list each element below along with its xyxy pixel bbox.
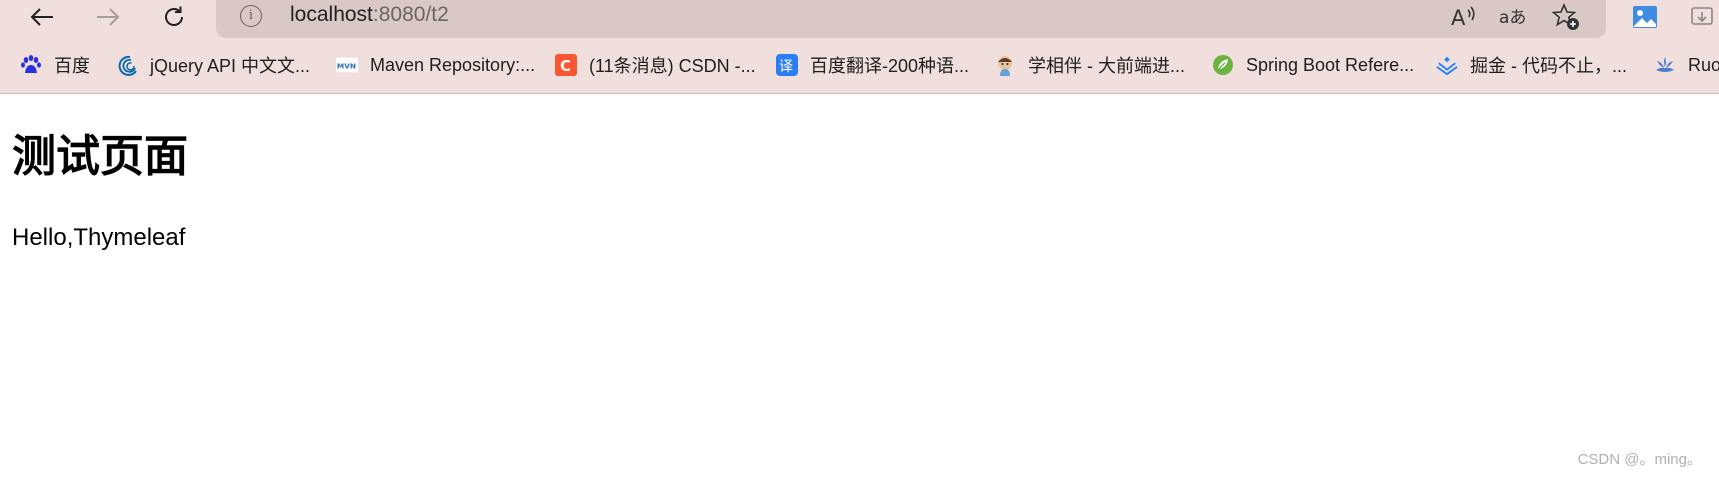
baidu-paw-icon bbox=[20, 54, 42, 76]
jquery-icon bbox=[116, 54, 138, 76]
page-title: 测试页面 bbox=[12, 131, 188, 182]
bookmark-label: jQuery API 中文文... bbox=[150, 56, 311, 76]
translate-icon: aあ bbox=[1499, 8, 1526, 28]
download-icon bbox=[1691, 7, 1713, 25]
bookmark-label: Spring Boot Refere... bbox=[1246, 54, 1415, 75]
url-text[interactable]: localhost:8080/t2 bbox=[290, 3, 449, 27]
bookmark-label: 学相伴 - 大前端进... bbox=[1028, 56, 1185, 76]
bookmark-baidu-translate[interactable]: 译 百度翻译-200种语... bbox=[776, 48, 969, 82]
url-host: localhost bbox=[290, 3, 373, 26]
bookmark-label: 掘金 - 代码不止，... bbox=[1470, 56, 1627, 76]
page-text: Hello,Thymeleaf bbox=[12, 224, 186, 251]
refresh-button[interactable] bbox=[154, 0, 194, 34]
forward-arrow-icon bbox=[97, 8, 120, 26]
svg-text:MVN: MVN bbox=[337, 62, 356, 71]
bookmark-juejin[interactable]: 掘金 - 代码不止，... bbox=[1436, 48, 1627, 82]
bookmarks-bar: 百度 jQuery API 中文文... MVN Maven Repositor… bbox=[0, 48, 1719, 82]
address-bar[interactable]: i localhost:8080/t2 A aあ bbox=[216, 0, 1606, 38]
forward-button[interactable] bbox=[88, 0, 128, 34]
image-icon bbox=[1633, 6, 1657, 28]
bookmark-label: Maven Repository:... bbox=[370, 54, 536, 75]
bookmark-baidu[interactable]: 百度 bbox=[20, 48, 90, 82]
refresh-icon bbox=[165, 6, 183, 26]
juejin-icon bbox=[1436, 54, 1458, 76]
page-content: 测试页面 Hello,Thymeleaf bbox=[0, 94, 1719, 477]
translate-page-button[interactable]: aあ bbox=[1498, 2, 1530, 32]
spring-icon bbox=[1212, 54, 1234, 76]
avatar-icon bbox=[994, 54, 1016, 76]
read-aloud-button[interactable]: A bbox=[1448, 2, 1480, 32]
svg-text:aあ: aあ bbox=[1499, 8, 1526, 28]
bookmark-label: Ruo bbox=[1688, 54, 1719, 75]
bookmark-label: 百度 bbox=[54, 56, 90, 76]
bookmark-maven[interactable]: MVN Maven Repository:... bbox=[336, 48, 535, 82]
favorites-button[interactable] bbox=[1550, 2, 1582, 32]
image-extension-button[interactable] bbox=[1625, 0, 1665, 34]
bookmark-jquery[interactable]: jQuery API 中文文... bbox=[116, 48, 310, 82]
svg-text:C: C bbox=[560, 57, 571, 75]
bookmark-ruoyi[interactable]: Ruo bbox=[1654, 48, 1719, 82]
back-arrow-icon bbox=[30, 8, 53, 26]
svg-text:A: A bbox=[1451, 6, 1466, 30]
bookmark-label: (11条消息) CSDN -... bbox=[589, 56, 756, 76]
bookmark-spring-boot[interactable]: Spring Boot Refere... bbox=[1212, 48, 1414, 82]
maven-icon: MVN bbox=[336, 54, 358, 76]
back-button[interactable] bbox=[22, 0, 62, 34]
browser-toolbar: i localhost:8080/t2 A aあ bbox=[0, 0, 1719, 40]
site-info-icon[interactable]: i bbox=[240, 5, 262, 27]
svg-text:译: 译 bbox=[779, 59, 793, 75]
browser-chrome: i localhost:8080/t2 A aあ 百度 jQuery API 中… bbox=[0, 0, 1719, 94]
read-aloud-icon: A bbox=[1451, 6, 1475, 30]
ruoyi-icon bbox=[1654, 54, 1676, 76]
url-path: :8080/t2 bbox=[372, 3, 449, 26]
baidu-translate-icon: 译 bbox=[776, 54, 798, 76]
watermark: CSDN @。ming。 bbox=[1577, 451, 1702, 468]
bookmark-xuexiangban[interactable]: 学相伴 - 大前端进... bbox=[994, 48, 1185, 82]
bookmark-label: 百度翻译-200种语... bbox=[810, 56, 970, 76]
add-favorite-star-icon bbox=[1551, 2, 1579, 30]
csdn-icon: C bbox=[555, 54, 577, 76]
bookmark-csdn[interactable]: C (11条消息) CSDN -... bbox=[555, 48, 756, 82]
download-extension-button[interactable] bbox=[1690, 0, 1719, 34]
